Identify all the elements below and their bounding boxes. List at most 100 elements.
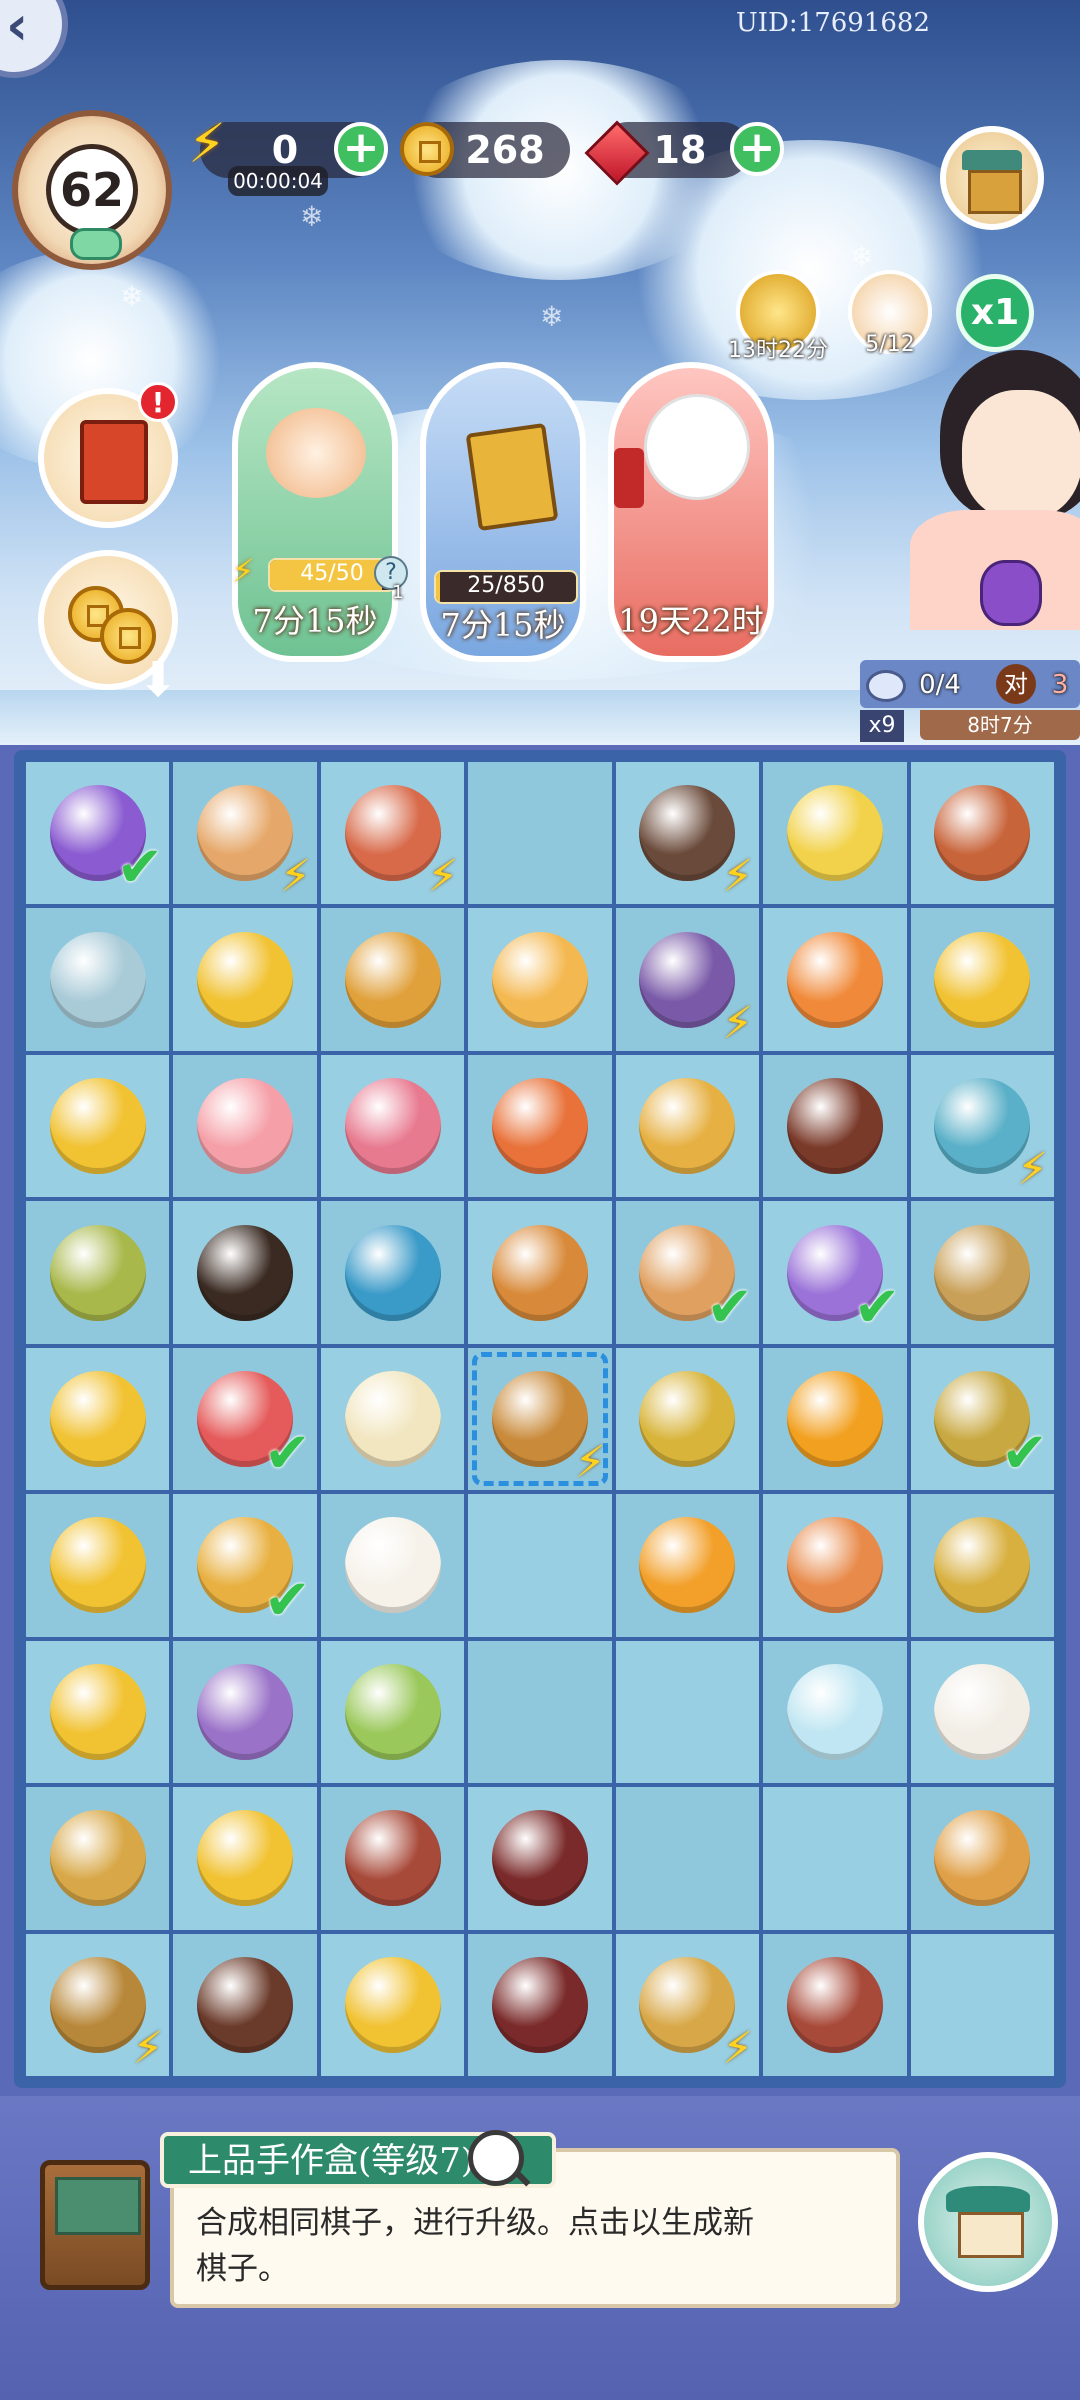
board-cell[interactable]: ✔ [615, 1201, 760, 1344]
hen-nest-icon [639, 1078, 736, 1175]
character-portrait[interactable] [880, 330, 1080, 630]
pavilion-button[interactable] [918, 2152, 1058, 2292]
board-cell[interactable] [468, 1933, 612, 2076]
item-description-line-1: 合成相同棋子，进行升级。点击以生成新 [196, 2205, 754, 2241]
pavilion-roof-icon [962, 150, 1022, 170]
board-cell[interactable]: ⚡ [615, 908, 760, 1051]
leaf-icon [70, 228, 122, 260]
board-cell[interactable]: ⚡ [615, 762, 760, 905]
feather-icon [866, 670, 906, 702]
energy-bolt-icon: ⚡ [427, 851, 459, 903]
board-cell[interactable] [320, 1494, 465, 1637]
board-cell[interactable]: ✔ [173, 1494, 317, 1637]
white-cat-icon [644, 394, 750, 500]
board-cell[interactable] [320, 908, 465, 1051]
board-cell[interactable]: ✔ [26, 762, 170, 905]
board-cell[interactable] [763, 1640, 907, 1784]
coin-stack-icon [197, 931, 294, 1028]
board-cell[interactable] [763, 1054, 907, 1198]
board-cell[interactable] [320, 1347, 465, 1491]
board-cell[interactable] [26, 908, 170, 1051]
board-cell[interactable] [173, 908, 317, 1051]
coin-pile-icon [197, 1810, 294, 1907]
board-cell[interactable] [320, 1054, 465, 1198]
board-cell[interactable] [615, 1347, 760, 1491]
board-cell[interactable] [615, 1787, 760, 1930]
board-cell[interactable] [173, 1640, 317, 1784]
board-cell[interactable] [26, 1787, 170, 1930]
brush-scroll-icon [49, 1810, 146, 1907]
teapot-icon [934, 1078, 1031, 1175]
user-id: UID:17691682 [735, 8, 930, 38]
level-badge[interactable]: 62 [12, 110, 172, 270]
board-cell[interactable] [763, 1933, 907, 2076]
board-cell[interactable]: ✔ [910, 1347, 1054, 1491]
bird-nest-icon [344, 1810, 441, 1907]
board-cell[interactable] [615, 1054, 760, 1198]
board-cell[interactable] [320, 1201, 465, 1344]
board-cell[interactable] [26, 1201, 170, 1344]
magnify-icon[interactable] [468, 2130, 524, 2186]
board-cell[interactable] [320, 1640, 465, 1784]
board-cell[interactable] [320, 1933, 465, 2076]
event-timer: 13时22分 [728, 338, 828, 363]
board-cell[interactable]: ✔ [173, 1347, 317, 1491]
board-cell[interactable] [910, 1201, 1054, 1344]
board-cell[interactable] [26, 1054, 170, 1198]
quest-panel[interactable]: 0/4 对 3 x9 8时7分 [860, 660, 1080, 742]
board-cell[interactable] [26, 1347, 170, 1491]
board-cell[interactable] [910, 762, 1054, 905]
board-cell[interactable] [468, 1787, 612, 1930]
board-cell[interactable] [26, 1640, 170, 1784]
flower-mirror-icon [197, 1663, 294, 1760]
board-cell[interactable] [468, 762, 612, 905]
shop-button[interactable] [940, 126, 1044, 230]
cat-mascot-icon [266, 408, 366, 498]
jade-pendant-icon [49, 931, 146, 1028]
coin-icon [400, 122, 454, 176]
board-cell[interactable] [173, 1933, 317, 2076]
board-cell[interactable]: ⚡ [468, 1347, 612, 1491]
board-cell[interactable] [468, 1201, 612, 1344]
board-cell[interactable] [910, 1933, 1054, 2076]
board-cell[interactable]: ✔ [763, 1201, 907, 1344]
board-cell[interactable] [763, 908, 907, 1051]
board-cell[interactable]: ⚡ [26, 1933, 170, 2076]
board-cell[interactable] [468, 1054, 612, 1198]
cotton-flower-icon [934, 1663, 1031, 1760]
board-cell[interactable] [468, 1494, 612, 1637]
add-gem-button[interactable]: + [730, 122, 784, 176]
rice-porridge-icon [344, 1370, 441, 1467]
pavilion-roof-icon [946, 2186, 1030, 2212]
ticket-card-timer: 7分15秒 [440, 606, 566, 644]
lantern-icon [786, 931, 883, 1028]
board-cell[interactable] [910, 1640, 1054, 1784]
board-cell[interactable] [910, 1494, 1054, 1637]
board-cell[interactable] [320, 1787, 465, 1930]
board-cell[interactable] [173, 1054, 317, 1198]
egg-nest-icon [786, 1956, 883, 2053]
board-cell[interactable] [763, 1347, 907, 1491]
board-cell[interactable] [615, 1494, 760, 1637]
board-cell[interactable] [468, 1640, 612, 1784]
board-cell[interactable] [615, 1640, 760, 1784]
check-icon: ✔ [706, 1274, 754, 1340]
board-cell[interactable] [468, 908, 612, 1051]
orange-porcelain-icon [639, 1517, 736, 1614]
board-cell[interactable] [26, 1494, 170, 1637]
chick-nest-icon [786, 785, 883, 882]
board-cell[interactable] [173, 1787, 317, 1930]
add-energy-button[interactable]: + [334, 122, 388, 176]
board-cell[interactable]: ⚡ [615, 1933, 760, 2076]
board-cell[interactable] [173, 1201, 317, 1344]
tea-jar-icon [344, 1224, 441, 1321]
board-cell[interactable] [910, 908, 1054, 1051]
board-cell[interactable] [763, 1787, 907, 1930]
board-cell[interactable] [763, 1494, 907, 1637]
board-cell[interactable] [763, 762, 907, 905]
board-cell[interactable] [910, 1787, 1054, 1930]
board-cell[interactable]: ⚡ [910, 1054, 1054, 1198]
board-cell[interactable]: ⚡ [173, 762, 317, 905]
board-cell[interactable]: ⚡ [320, 762, 465, 905]
down-arrow-icon: ⬇ [138, 652, 179, 708]
